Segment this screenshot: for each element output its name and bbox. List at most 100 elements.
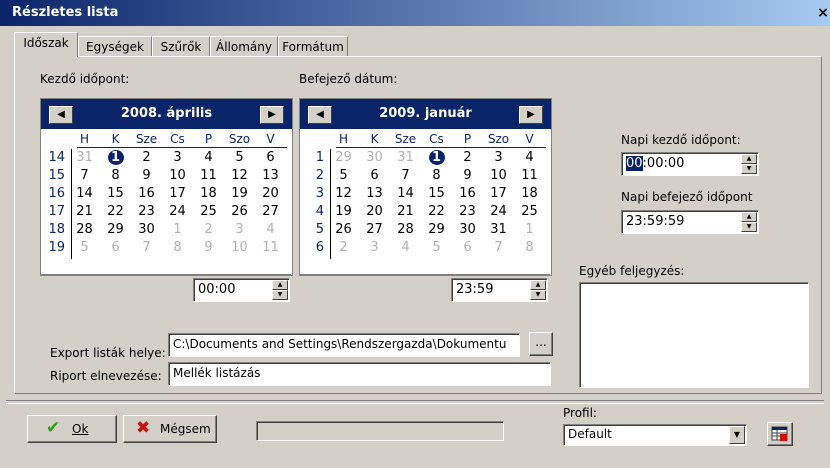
start-time-spinner[interactable]: 00:00 ▲ ▼ [193,278,290,302]
calendar-day[interactable]: 15 [100,186,131,201]
chevron-down-icon[interactable]: ▼ [729,426,745,444]
spin-up-icon[interactable]: ▲ [272,280,288,290]
calendar-day[interactable]: 14 [69,186,100,201]
calendar-day[interactable]: 15 [421,186,452,201]
calendar-day[interactable]: 4 [255,222,286,237]
calendar-day[interactable]: 9 [131,168,162,183]
calendar-day[interactable]: 31 [390,150,421,165]
calendar-day[interactable]: 3 [359,240,390,255]
spin-down-icon[interactable]: ▼ [530,290,546,300]
calendar-day[interactable]: 9 [452,168,483,183]
calendar-day[interactable]: 3 [224,222,255,237]
calendar-day[interactable]: 31 [483,222,514,237]
calendar-day[interactable]: 8 [100,168,131,183]
end-next-month-button[interactable]: ▶ [519,106,543,124]
browse-button[interactable]: ... [529,332,553,356]
calendar-day[interactable]: 7 [69,168,100,183]
calendar-day[interactable]: 2 [328,240,359,255]
calendar-day[interactable]: 28 [69,222,100,237]
calendar-day[interactable]: 3 [162,150,193,165]
calendar-day[interactable]: 30 [131,222,162,237]
calendar-day[interactable]: 25 [193,204,224,219]
calendar-day[interactable]: 10 [162,168,193,183]
close-icon[interactable]: × [816,6,830,22]
calendar-day[interactable]: 11 [255,240,286,255]
calendar-day[interactable]: 5 [69,240,100,255]
calendar-day[interactable]: 29 [328,150,359,165]
calendar-day[interactable]: 21 [69,204,100,219]
calendar-day[interactable]: 6 [100,240,131,255]
calendar-day-selected[interactable]: 1 [421,150,452,165]
cancel-button[interactable]: ✖ Mégsem [123,415,217,443]
daily-start-spinner[interactable]: 00:00:00 ▲ ▼ [621,152,759,176]
calendar-day[interactable]: 11 [514,168,545,183]
tab-formatum[interactable]: Formátum [278,36,348,57]
calendar-day[interactable]: 3 [483,150,514,165]
start-calendar[interactable]: ◀ 2008. április ▶ H K Sze Cs P Szo V 14 15 16 17 18… [40,98,293,276]
calendar-day[interactable]: 29 [100,222,131,237]
calendar-day[interactable]: 19 [224,186,255,201]
notes-textarea[interactable] [579,282,809,388]
calendar-day[interactable]: 9 [193,240,224,255]
calendar-day[interactable]: 24 [483,204,514,219]
calendar-day[interactable]: 4 [193,150,224,165]
calendar-day[interactable]: 24 [162,204,193,219]
calendar-day[interactable]: 14 [390,186,421,201]
calendar-day[interactable]: 20 [255,186,286,201]
calendar-day[interactable]: 10 [224,240,255,255]
calendar-day[interactable]: 31 [69,150,100,165]
calendar-day[interactable]: 7 [390,168,421,183]
end-time-value[interactable]: 23:59 [456,282,493,297]
calendar-day[interactable]: 19 [328,204,359,219]
calendar-day[interactable]: 30 [359,150,390,165]
calendar-day[interactable]: 22 [100,204,131,219]
calendar-day[interactable]: 18 [514,186,545,201]
calendar-day[interactable]: 6 [255,150,286,165]
spin-down-icon[interactable]: ▼ [272,290,288,300]
calendar-day[interactable]: 8 [162,240,193,255]
daily-start-value[interactable]: 00:00:00 [626,156,684,171]
calendar-day[interactable]: 29 [421,222,452,237]
spin-up-icon[interactable]: ▲ [530,280,546,290]
tab-allomany[interactable]: Állomány [210,36,278,57]
calendar-day[interactable]: 16 [131,186,162,201]
calendar-day[interactable]: 12 [224,168,255,183]
calendar-day[interactable]: 16 [452,186,483,201]
calendar-day[interactable]: 30 [452,222,483,237]
calendar-day[interactable]: 27 [359,222,390,237]
calendar-day[interactable]: 13 [255,168,286,183]
ok-button[interactable]: ✔ Ok [27,415,117,443]
calendar-day[interactable]: 5 [224,150,255,165]
export-path-input[interactable]: C:\Documents and Settings\Rendszergazda\… [168,333,520,357]
spin-down-icon[interactable]: ▼ [741,222,757,232]
start-time-value[interactable]: 00:00 [198,282,235,297]
calendar-day[interactable]: 5 [328,168,359,183]
spin-up-icon[interactable]: ▲ [741,154,757,164]
calendar-day-selected[interactable]: 1 [100,150,131,165]
calendar-day[interactable]: 6 [452,240,483,255]
calendar-day[interactable]: 26 [224,204,255,219]
calendar-day[interactable]: 2 [452,150,483,165]
calendar-day[interactable]: 6 [359,168,390,183]
spin-down-icon[interactable]: ▼ [741,164,757,174]
end-time-spinner[interactable]: 23:59 ▲ ▼ [451,278,548,302]
calendar-day[interactable]: 13 [359,186,390,201]
calendar-day[interactable]: 26 [328,222,359,237]
calendar-day[interactable]: 12 [328,186,359,201]
calendar-day[interactable]: 1 [162,222,193,237]
calendar-day[interactable]: 18 [193,186,224,201]
calendar-day[interactable]: 23 [452,204,483,219]
calendar-day[interactable]: 1 [514,222,545,237]
calendar-day[interactable]: 5 [421,240,452,255]
calendar-day[interactable]: 17 [162,186,193,201]
calendar-day[interactable]: 27 [255,204,286,219]
calendar-day[interactable]: 4 [514,150,545,165]
calendar-day[interactable]: 22 [421,204,452,219]
calendar-day[interactable]: 10 [483,168,514,183]
calendar-day[interactable]: 2 [131,150,162,165]
spin-up-icon[interactable]: ▲ [741,212,757,222]
report-name-input[interactable]: Mellék listázás [168,362,551,386]
tab-egysegek[interactable]: Egységek [78,36,152,57]
daily-end-spinner[interactable]: 23:59:59 ▲ ▼ [621,210,759,234]
calendar-day[interactable]: 25 [514,204,545,219]
